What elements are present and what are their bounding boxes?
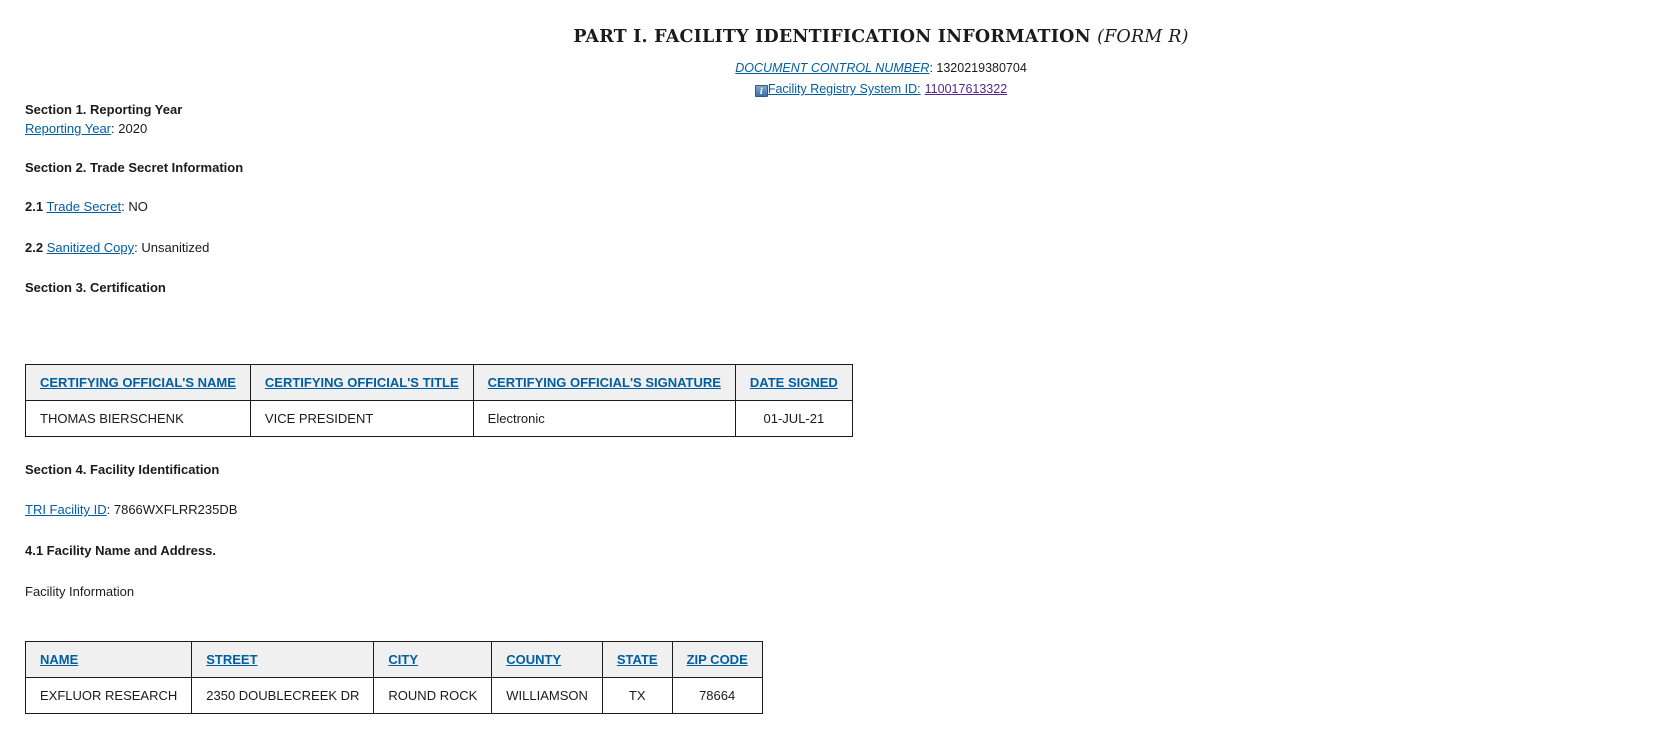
table-header-row: CERTIFYING OFFICIAL'S NAME CERTIFYING OF…	[25, 364, 853, 401]
column-header: COUNTY	[491, 641, 603, 678]
reporting-year-link[interactable]: Reporting Year	[25, 121, 111, 136]
column-header: CERTIFYING OFFICIAL'S SIGNATURE	[472, 364, 736, 401]
official-signature-cell: Electronic	[472, 400, 736, 437]
tri-facility-id-value: 7866WXFLRR235DB	[113, 502, 238, 517]
official-name-header-link[interactable]: CERTIFYING OFFICIAL'S NAME	[40, 375, 236, 390]
item-number: 2.2	[25, 240, 44, 255]
reporting-year-value: 2020	[118, 121, 148, 136]
certification-table: CERTIFYING OFFICIAL'S NAME CERTIFYING OF…	[25, 364, 853, 437]
sanitized-copy-value: Unsanitized	[141, 240, 210, 255]
page-title-text: PART I. FACILITY IDENTIFICATION INFORMAT…	[573, 27, 1091, 47]
frs-id-value-link[interactable]: 110017613322	[925, 82, 1008, 96]
trade-secret-value: NO	[128, 199, 148, 214]
official-title-cell: VICE PRESIDENT	[249, 400, 474, 437]
date-signed-cell: 01-JUL-21	[734, 400, 853, 437]
tri-facility-id-link[interactable]: TRI Facility ID	[25, 502, 107, 517]
section-1-heading: Section 1. Reporting Year	[25, 102, 183, 117]
state-header-link[interactable]: STATE	[617, 652, 658, 667]
column-header: CERTIFYING OFFICIAL'S TITLE	[249, 364, 474, 401]
column-header: DATE SIGNED	[734, 364, 853, 401]
tri-facility-id-row: TRI Facility ID: 7866WXFLRR235DB	[25, 502, 238, 517]
trade-secret-link[interactable]: Trade Secret	[46, 199, 121, 214]
county-cell: WILLIAMSON	[491, 677, 603, 714]
trade-secret-row: 2.1 Trade Secret: NO	[25, 199, 148, 214]
item-number: 2.1	[25, 199, 44, 214]
official-title-header-link[interactable]: CERTIFYING OFFICIAL'S TITLE	[265, 375, 459, 390]
document-control-number-link[interactable]: DOCUMENT CONTROL NUMBER	[735, 61, 929, 75]
zip-code-cell: 78664	[671, 677, 763, 714]
page-title: PART I. FACILITY IDENTIFICATION INFORMAT…	[0, 27, 1672, 47]
document-control-line: DOCUMENT CONTROL NUMBER: 1320219380704	[735, 61, 1027, 75]
sanitized-copy-row: 2.2 Sanitized Copy: Unsanitized	[25, 240, 210, 255]
official-signature-header-link[interactable]: CERTIFYING OFFICIAL'S SIGNATURE	[488, 375, 721, 390]
reporting-year-row: Reporting Year: 2020	[25, 121, 148, 136]
facility-information-label: Facility Information	[25, 584, 135, 599]
date-signed-header-link[interactable]: DATE SIGNED	[750, 375, 838, 390]
street-header-link[interactable]: STREET	[206, 652, 257, 667]
column-header: STREET	[191, 641, 375, 678]
facility-name-cell: EXFLUOR RESEARCH	[24, 677, 193, 714]
street-cell: 2350 DOUBLECREEK DR	[191, 677, 375, 714]
document-control-number-value: 1320219380704	[936, 61, 1027, 75]
zip-code-header-link[interactable]: ZIP CODE	[687, 652, 748, 667]
sanitized-copy-link[interactable]: Sanitized Copy	[47, 240, 134, 255]
info-icon[interactable]: i	[754, 85, 768, 97]
table-row: EXFLUOR RESEARCH 2350 DOUBLECREEK DR ROU…	[24, 677, 763, 714]
frs-id-line: i Facility Registry System ID: 11001761332…	[0, 82, 1672, 97]
city-header-link[interactable]: CITY	[388, 652, 418, 667]
column-header: STATE	[601, 641, 673, 678]
state-cell: TX	[601, 677, 673, 714]
column-header: CERTIFYING OFFICIAL'S NAME	[25, 364, 251, 401]
official-name-cell: THOMAS BIERSCHENK	[25, 400, 251, 437]
section-3-heading: Section 3. Certification	[25, 280, 166, 295]
county-header-link[interactable]: COUNTY	[506, 652, 561, 667]
column-header: ZIP CODE	[671, 641, 763, 678]
facility-address-table: NAME STREET CITY COUNTY STATE ZIP CODE E…	[24, 641, 763, 714]
column-header: NAME	[24, 641, 193, 678]
table-row: THOMAS BIERSCHENK VICE PRESIDENT Electro…	[25, 400, 853, 437]
name-header-link[interactable]: NAME	[40, 652, 78, 667]
column-header: CITY	[373, 641, 493, 678]
form-type-tag: (FORM R)	[1097, 27, 1189, 47]
section-2-heading: Section 2. Trade Secret Information	[25, 160, 244, 175]
section-4-heading: Section 4. Facility Identification	[25, 462, 220, 477]
table-header-row: NAME STREET CITY COUNTY STATE ZIP CODE	[24, 641, 763, 678]
facility-name-address-heading: 4.1 Facility Name and Address.	[25, 543, 216, 558]
city-cell: ROUND ROCK	[373, 677, 493, 714]
frs-id-label-link[interactable]: Facility Registry System ID:	[768, 82, 921, 96]
